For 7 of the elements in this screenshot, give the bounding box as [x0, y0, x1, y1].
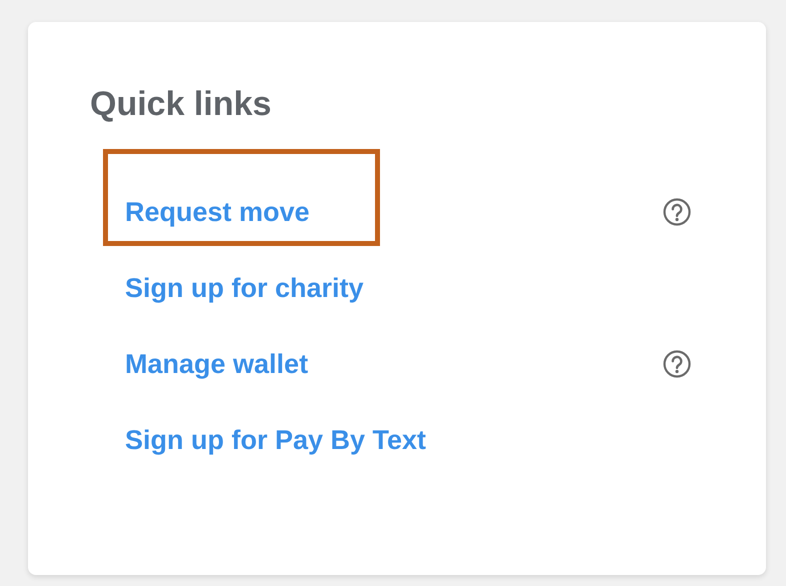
quick-link[interactable]: Sign up for Pay By Text: [125, 425, 426, 455]
quick-link[interactable]: Manage wallet: [125, 349, 308, 379]
card-title: Quick links: [90, 84, 272, 124]
help-icon[interactable]: [662, 349, 692, 379]
quick-link[interactable]: Request move: [125, 197, 310, 227]
help-icon[interactable]: [662, 197, 692, 227]
quick-link[interactable]: Sign up for charity: [125, 273, 364, 303]
